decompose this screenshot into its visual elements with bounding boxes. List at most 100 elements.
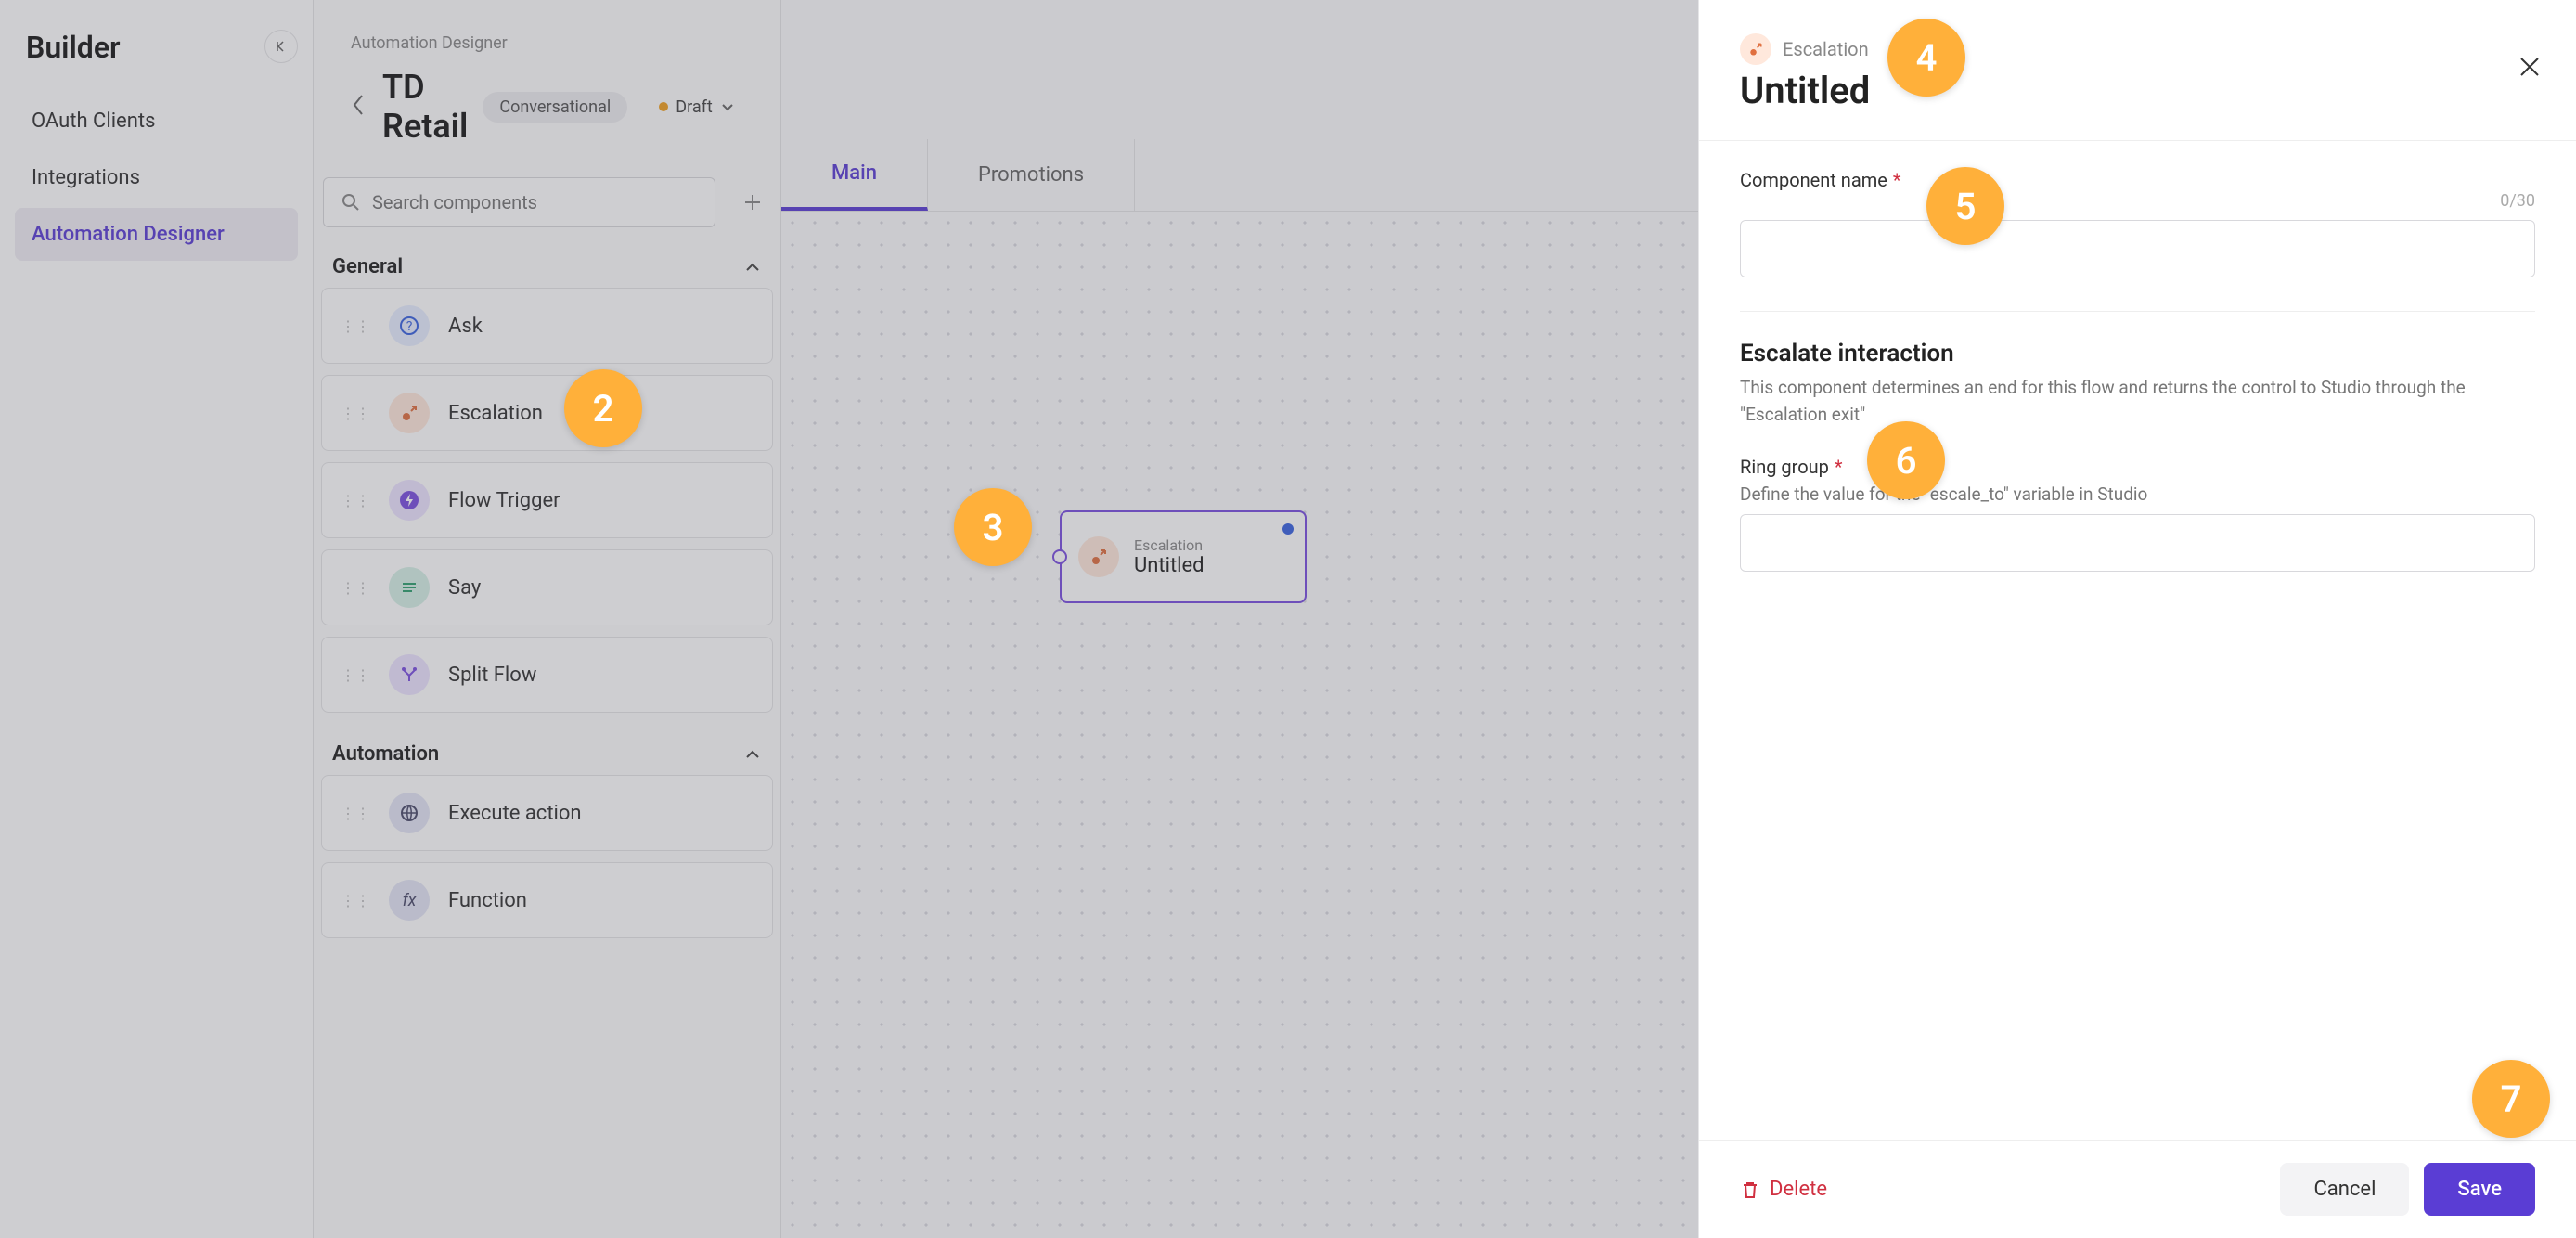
footer-actions: Cancel Save bbox=[2280, 1163, 2535, 1216]
tab-promotions[interactable]: Promotions bbox=[928, 139, 1135, 211]
ring-group-sublabel: Define the value for the "escale_to" var… bbox=[1740, 484, 2535, 505]
required-asterisk: * bbox=[1835, 456, 1843, 478]
chevron-down-icon bbox=[720, 99, 735, 114]
trash-icon bbox=[1740, 1180, 1760, 1200]
sidebar-item-automation-designer[interactable]: Automation Designer bbox=[15, 208, 298, 261]
node-input-anchor[interactable] bbox=[1052, 549, 1067, 564]
component-flow-trigger[interactable]: ⋮⋮ Flow Trigger bbox=[321, 462, 773, 538]
search-icon bbox=[341, 192, 361, 213]
conversational-badge: Conversational bbox=[483, 92, 627, 123]
component-split-flow[interactable]: ⋮⋮ Split Flow bbox=[321, 637, 773, 713]
add-button[interactable] bbox=[725, 168, 780, 237]
globe-icon bbox=[389, 793, 430, 833]
sidebar-item-integrations[interactable]: Integrations bbox=[15, 151, 298, 204]
tutorial-badge-3: 3 bbox=[954, 488, 1032, 566]
component-label: Escalation bbox=[448, 402, 543, 425]
component-label: Flow Trigger bbox=[448, 489, 560, 512]
node-output-dot[interactable] bbox=[1282, 523, 1294, 535]
component-name-input[interactable] bbox=[1740, 220, 2535, 277]
section-label: Automation bbox=[332, 742, 439, 766]
drag-handle-icon: ⋮⋮ bbox=[341, 317, 370, 335]
ring-group-field: Ring group * Define the value for the "e… bbox=[1740, 456, 2535, 572]
component-label: Function bbox=[448, 889, 527, 912]
component-say[interactable]: ⋮⋮ Say bbox=[321, 549, 773, 625]
char-count: 0/30 bbox=[2500, 191, 2535, 211]
tutorial-badge-2: 2 bbox=[564, 369, 642, 447]
component-name-label: Component name * bbox=[1740, 169, 2535, 191]
close-icon bbox=[2517, 54, 2543, 80]
chevron-left-icon bbox=[351, 92, 367, 118]
config-header: Escalation Untitled bbox=[1699, 0, 2576, 141]
sidebar-item-oauth-clients[interactable]: OAuth Clients bbox=[15, 95, 298, 148]
escalation-icon bbox=[1740, 33, 1771, 65]
block-title: Escalate interaction bbox=[1740, 340, 2535, 368]
tutorial-badge-5: 5 bbox=[1926, 167, 2004, 245]
config-type-label: Escalation bbox=[1783, 38, 1869, 60]
node-type: Escalation bbox=[1134, 536, 1204, 554]
drag-handle-icon: ⋮⋮ bbox=[341, 405, 370, 422]
config-body: Component name * 0/30 Escalate interacti… bbox=[1699, 141, 2576, 1140]
collapse-left-icon bbox=[274, 39, 289, 54]
svg-text:?: ? bbox=[406, 319, 413, 334]
cancel-button[interactable]: Cancel bbox=[2280, 1163, 2409, 1216]
component-label: Split Flow bbox=[448, 664, 536, 687]
component-escalation[interactable]: ⋮⋮ Escalation bbox=[321, 375, 773, 451]
component-execute-action[interactable]: ⋮⋮ Execute action bbox=[321, 775, 773, 851]
fx-icon: fx bbox=[389, 880, 430, 921]
component-ask[interactable]: ⋮⋮ ? Ask bbox=[321, 288, 773, 364]
status-dropdown[interactable]: Draft bbox=[642, 92, 752, 123]
tutorial-badge-4: 4 bbox=[1887, 19, 1965, 97]
drag-handle-icon: ⋮⋮ bbox=[341, 805, 370, 822]
drag-handle-icon: ⋮⋮ bbox=[341, 492, 370, 509]
component-label: Execute action bbox=[448, 802, 582, 825]
search-input[interactable] bbox=[372, 191, 698, 213]
status-label: Draft bbox=[676, 97, 713, 117]
component-label: Ask bbox=[448, 315, 483, 338]
escalation-icon bbox=[389, 393, 430, 433]
breadcrumb: Automation Designer bbox=[314, 0, 780, 53]
ring-group-input[interactable] bbox=[1740, 514, 2535, 572]
plus-icon bbox=[741, 191, 764, 213]
page-title: TD Retail bbox=[382, 68, 468, 146]
component-search[interactable] bbox=[323, 177, 715, 227]
chevron-up-icon bbox=[743, 258, 762, 277]
general-section-header[interactable]: General bbox=[314, 237, 780, 288]
back-button[interactable] bbox=[351, 92, 367, 122]
components-panel: Automation Designer TD Retail Conversati… bbox=[314, 0, 781, 1238]
automation-section-header[interactable]: Automation bbox=[314, 724, 780, 775]
delete-button[interactable]: Delete bbox=[1740, 1178, 1827, 1201]
lines-icon bbox=[389, 567, 430, 608]
tutorial-badge-6: 6 bbox=[1867, 421, 1945, 499]
ring-group-label: Ring group * bbox=[1740, 456, 2535, 478]
page-header: TD Retail Conversational Draft bbox=[314, 53, 780, 168]
bolt-icon bbox=[389, 480, 430, 521]
tutorial-badge-7: 7 bbox=[2472, 1060, 2550, 1138]
drag-handle-icon: ⋮⋮ bbox=[341, 579, 370, 597]
node-title: Untitled bbox=[1134, 554, 1204, 577]
component-name-field: Component name * 0/30 bbox=[1740, 169, 2535, 277]
general-component-list: ⋮⋮ ? Ask ⋮⋮ Escalation ⋮⋮ Flow Trigger ⋮… bbox=[314, 288, 780, 713]
sidebar-collapse-button[interactable] bbox=[264, 30, 298, 63]
section-label: General bbox=[332, 255, 403, 278]
required-asterisk: * bbox=[1893, 169, 1901, 191]
config-panel: Escalation Untitled Component name * 0/3… bbox=[1698, 0, 2576, 1238]
block-description: This component determines an end for thi… bbox=[1740, 375, 2535, 428]
drag-handle-icon: ⋮⋮ bbox=[341, 666, 370, 684]
component-function[interactable]: ⋮⋮ fx Function bbox=[321, 862, 773, 938]
drag-handle-icon: ⋮⋮ bbox=[341, 892, 370, 909]
config-footer: Delete Cancel Save bbox=[1699, 1140, 2576, 1238]
chevron-up-icon bbox=[743, 745, 762, 764]
tab-main[interactable]: Main bbox=[781, 139, 928, 211]
question-circle-icon: ? bbox=[389, 305, 430, 346]
config-title: Untitled bbox=[1740, 69, 2535, 112]
sidebar-nav: OAuth Clients Integrations Automation De… bbox=[0, 95, 313, 261]
escalation-icon bbox=[1078, 536, 1119, 577]
close-button[interactable] bbox=[2517, 54, 2543, 84]
save-button[interactable]: Save bbox=[2424, 1163, 2535, 1216]
builder-sidebar: Builder OAuth Clients Integrations Autom… bbox=[0, 0, 314, 1238]
canvas-node-escalation[interactable]: Escalation Untitled bbox=[1060, 510, 1307, 603]
escalate-interaction-block: Escalate interaction This component dete… bbox=[1740, 311, 2535, 572]
split-icon bbox=[389, 654, 430, 695]
automation-component-list: ⋮⋮ Execute action ⋮⋮ fx Function bbox=[314, 775, 780, 938]
config-type-row: Escalation bbox=[1740, 33, 2535, 65]
